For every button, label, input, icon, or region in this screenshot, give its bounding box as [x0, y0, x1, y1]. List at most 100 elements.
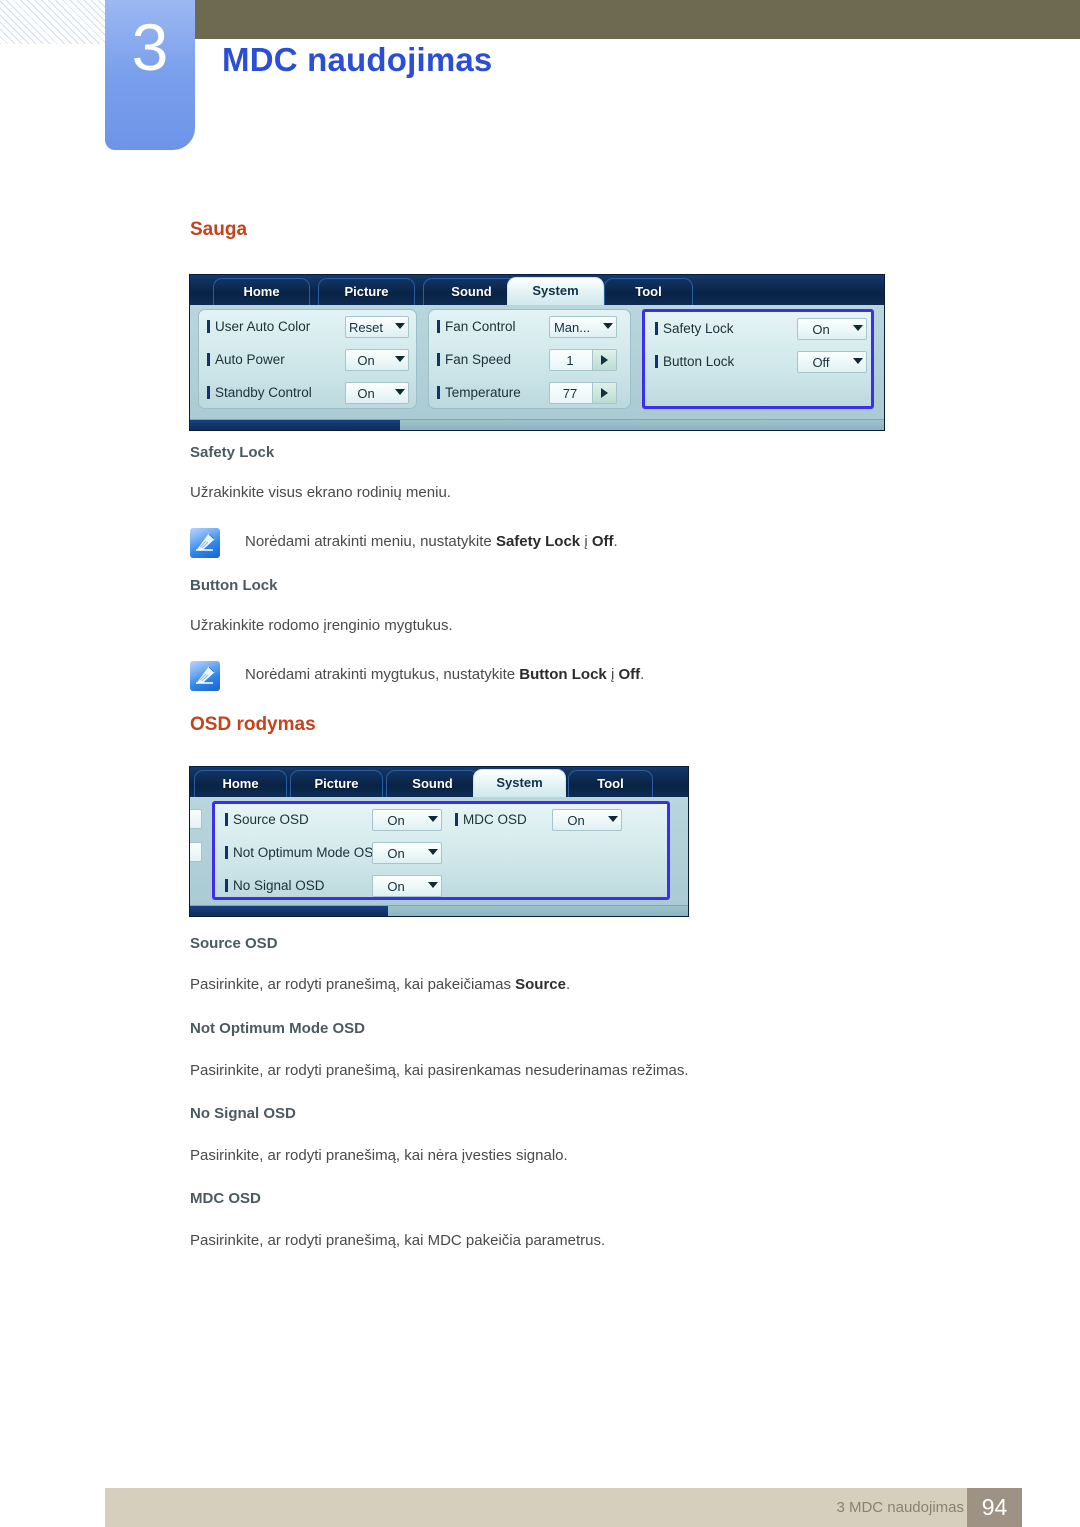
mdc-screenshot-system-osd: Home Picture Sound System Tool Source OS…: [190, 767, 688, 916]
spinner-value: 1: [566, 353, 574, 368]
dropdown-value: On: [812, 322, 830, 337]
dropdown-mdc-osd[interactable]: On: [552, 809, 622, 831]
chevron-down-icon: [395, 323, 405, 329]
note-suffix: .: [613, 533, 618, 550]
chevron-right-icon[interactable]: [592, 383, 616, 403]
row-label-not-optimum-mode-osd: Not Optimum Mode OSD: [225, 845, 383, 860]
scrollbar-thumb[interactable]: [190, 906, 388, 916]
mdc-panel-display-settings: User Auto Color Reset Auto Power On Stan…: [198, 309, 417, 409]
note-mid: į: [580, 533, 592, 550]
header-olive-bar: [195, 0, 1080, 39]
paragraph-source-osd: Pasirinkite, ar rodyti pranešimą, kai pa…: [190, 975, 570, 995]
note-mid: į: [606, 666, 619, 683]
dropdown-value: Reset: [349, 320, 383, 335]
page-title: MDC naudojimas: [222, 41, 493, 78]
mdc-tab-tool[interactable]: Tool: [604, 278, 693, 305]
footer: 3 MDC naudojimas 94: [105, 1488, 1022, 1527]
chevron-right-icon[interactable]: [592, 350, 616, 370]
row-label-temperature: Temperature: [437, 385, 521, 400]
footer-label: 3 MDC naudojimas: [836, 1499, 964, 1516]
chevron-down-icon: [428, 816, 438, 822]
sub-heading-not-optimum-mode-osd: Not Optimum Mode OSD: [190, 1020, 365, 1037]
mdc-tab-home[interactable]: Home: [213, 278, 310, 305]
row-label-source-osd: Source OSD: [225, 812, 309, 827]
sub-heading-mdc-osd: MDC OSD: [190, 1190, 261, 1207]
decorative-hatch-pattern: [0, 0, 106, 44]
spinner-fan-speed[interactable]: 1: [549, 349, 617, 371]
note-prefix: Norėdami atrakinti meniu, nustatykite: [245, 533, 496, 550]
dropdown-standby-control[interactable]: On: [345, 382, 409, 404]
horizontal-scrollbar[interactable]: [190, 419, 884, 430]
note-text-safety-lock: Norėdami atrakinti meniu, nustatykite Sa…: [245, 533, 618, 550]
mdc-content-area: User Auto Color Reset Auto Power On Stan…: [190, 305, 884, 430]
row-label-standby-control: Standby Control: [207, 385, 312, 400]
spinner-temperature[interactable]: 77: [549, 382, 617, 404]
mdc-tab-system[interactable]: System: [473, 769, 566, 798]
chevron-down-icon: [853, 358, 863, 364]
mdc-tab-tool[interactable]: Tool: [568, 770, 653, 797]
mdc-panel-osd-display: Source OSD On Not Optimum Mode OSD On No…: [212, 801, 670, 900]
chapter-tab: 3: [105, 0, 195, 150]
dropdown-not-optimum-mode-osd[interactable]: On: [372, 842, 442, 864]
row-label-button-lock: Button Lock: [655, 354, 734, 369]
dropdown-auto-power[interactable]: On: [345, 349, 409, 371]
mdc-tab-picture[interactable]: Picture: [290, 770, 383, 797]
note-pencil-icon: [190, 528, 220, 558]
scrollbar-thumb[interactable]: [190, 420, 400, 430]
dropdown-value: On: [387, 813, 405, 828]
paragraph-prefix: Pasirinkite, ar rodyti pranešimą, kai pa…: [190, 976, 516, 993]
mdc-content-area: Source OSD On Not Optimum Mode OSD On No…: [190, 797, 688, 916]
document-page: 3 MDC naudojimas Sauga Home Picture Soun…: [0, 0, 1080, 1527]
sub-heading-button-lock: Button Lock: [190, 577, 278, 594]
dropdown-fan-control[interactable]: Man...: [549, 316, 617, 338]
note-bold-value: Off: [591, 533, 614, 550]
paragraph-button-lock: Užrakinkite rodomo įrenginio mygtukus.: [190, 617, 453, 634]
note-bold-setting: Safety Lock: [495, 533, 581, 550]
dropdown-source-osd[interactable]: On: [372, 809, 442, 831]
mdc-panel-security: Safety Lock On Button Lock Off: [642, 309, 874, 409]
note-text-button-lock: Norėdami atrakinti mygtukus, nustatykite…: [245, 666, 644, 683]
note-safety-lock: Norėdami atrakinti meniu, nustatykite Sa…: [190, 528, 890, 562]
chevron-down-icon: [395, 356, 405, 362]
dropdown-safety-lock[interactable]: On: [797, 318, 867, 340]
chevron-down-icon: [608, 816, 618, 822]
paragraph-safety-lock: Užrakinkite visus ekrano rodinių meniu.: [190, 484, 451, 501]
note-bold-value: Off: [618, 666, 641, 683]
section-heading-sauga: Sauga: [190, 219, 248, 240]
paragraph-suffix: .: [566, 976, 571, 993]
row-label-safety-lock: Safety Lock: [655, 321, 734, 336]
mdc-tab-home[interactable]: Home: [194, 770, 287, 797]
paragraph-bold: Source: [515, 976, 566, 993]
mdc-tab-system[interactable]: System: [507, 277, 604, 306]
mdc-screenshot-system-security: Home Picture Sound System Tool User Auto…: [190, 275, 884, 430]
note-suffix: .: [640, 666, 645, 683]
mdc-tab-picture[interactable]: Picture: [318, 278, 415, 305]
chevron-down-icon: [853, 325, 863, 331]
chevron-down-icon: [428, 849, 438, 855]
page-number: 94: [967, 1488, 1022, 1527]
paragraph-mdc-osd: Pasirinkite, ar rodyti pranešimą, kai MD…: [190, 1232, 606, 1249]
clipped-control-fragment: [190, 809, 202, 829]
note-pencil-icon: [190, 661, 220, 691]
dropdown-value: On: [357, 353, 375, 368]
paragraph-not-optimum-mode-osd: Pasirinkite, ar rodyti pranešimą, kai pa…: [190, 1062, 689, 1079]
sub-heading-no-signal-osd: No Signal OSD: [190, 1105, 296, 1122]
dropdown-value: On: [387, 846, 405, 861]
horizontal-scrollbar[interactable]: [190, 905, 688, 916]
dropdown-value: On: [357, 386, 375, 401]
dropdown-no-signal-osd[interactable]: On: [372, 875, 442, 897]
mdc-tab-sound[interactable]: Sound: [423, 278, 520, 305]
mdc-tab-sound[interactable]: Sound: [386, 770, 479, 797]
row-label-fan-speed: Fan Speed: [437, 352, 511, 367]
row-label-no-signal-osd: No Signal OSD: [225, 878, 325, 893]
note-prefix: Norėdami atrakinti mygtukus, nustatykite: [245, 666, 520, 683]
row-label-fan-control: Fan Control: [437, 319, 516, 334]
dropdown-button-lock[interactable]: Off: [797, 351, 867, 373]
sub-heading-source-osd: Source OSD: [190, 935, 278, 952]
paragraph-no-signal-osd: Pasirinkite, ar rodyti pranešimą, kai nė…: [190, 1147, 568, 1164]
chapter-number: 3: [131, 10, 169, 84]
note-bold-setting: Button Lock: [519, 666, 607, 683]
spinner-value: 77: [562, 386, 578, 401]
dropdown-user-auto-color[interactable]: Reset: [345, 316, 409, 338]
section-heading-osd-rodymas: OSD rodymas: [190, 714, 316, 735]
